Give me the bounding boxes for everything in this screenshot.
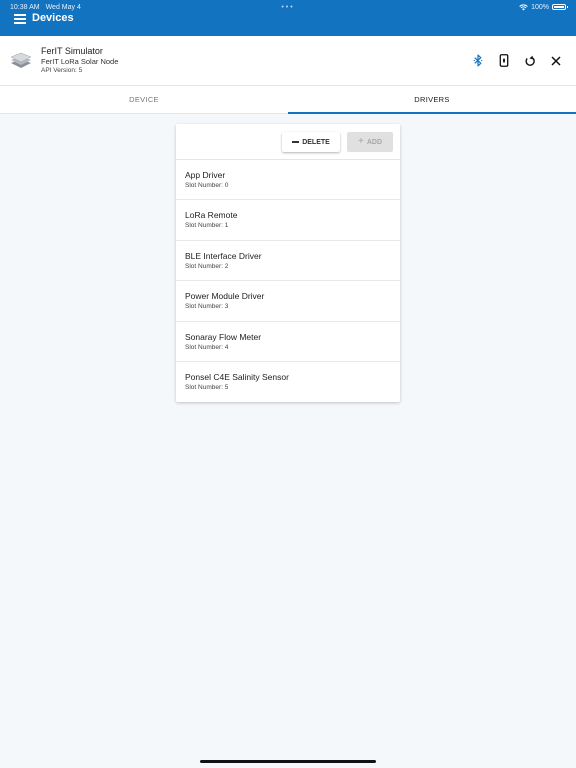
driver-slot: Slot Number: 0 xyxy=(185,182,229,189)
battery-icon xyxy=(552,4,568,10)
delete-button[interactable]: DELETE xyxy=(282,132,340,152)
driver-slot: Slot Number: 5 xyxy=(185,383,229,391)
list-item[interactable]: App Driver Slot Number: 0 xyxy=(176,160,400,201)
wifi-icon xyxy=(519,4,528,10)
driver-name: Power Module Driver xyxy=(185,291,265,302)
device-name: FerIT Simulator xyxy=(41,46,103,56)
minus-icon xyxy=(292,141,300,143)
device-api-version: API Version: 5 xyxy=(41,67,83,74)
driver-slot: Slot Number: 1 xyxy=(185,222,229,230)
header-actions xyxy=(471,54,562,67)
page-title: Devices xyxy=(32,12,74,24)
driver-slot: Slot Number: 2 xyxy=(185,262,229,270)
home-indicator[interactable] xyxy=(200,760,376,763)
device-header: FerIT Simulator FerIT LoRa Solar Node AP… xyxy=(0,36,576,86)
plus-icon: + xyxy=(357,136,364,147)
status-date: Wed May 4 xyxy=(45,3,81,11)
list-item[interactable]: Power Module Driver Slot Number: 3 xyxy=(176,281,400,322)
close-icon[interactable] xyxy=(549,54,562,67)
status-right: 100% xyxy=(519,3,568,11)
driver-name: App Driver xyxy=(185,170,226,180)
status-time: 10:38 AM xyxy=(10,3,40,11)
driver-name: BLE Interface Driver xyxy=(185,250,262,261)
add-label: ADD xyxy=(366,138,382,146)
driver-name: Ponsel C4E Salinity Sensor xyxy=(185,371,289,382)
driver-slot: Slot Number: 3 xyxy=(185,303,229,311)
list-item[interactable]: Ponsel C4E Salinity Sensor Slot Number: … xyxy=(176,362,400,402)
card-toolbar: DELETE + ADD xyxy=(176,124,400,160)
status-bar: 10:38 AM Wed May 4 ••• 100% xyxy=(10,2,568,12)
app-bar: 10:38 AM Wed May 4 ••• 100% Devices xyxy=(0,0,576,36)
refresh-icon[interactable] xyxy=(523,54,536,67)
phone-icon[interactable] xyxy=(497,54,510,67)
driver-name: LoRa Remote xyxy=(185,210,238,221)
tab-bar: DEVICE DRIVERS xyxy=(0,86,576,114)
driver-name: Sonaray Flow Meter xyxy=(185,331,262,342)
drivers-list: App Driver Slot Number: 0 LoRa Remote Sl… xyxy=(176,160,400,402)
multitasking-dots-icon[interactable]: ••• xyxy=(281,4,294,11)
list-item[interactable]: Sonaray Flow Meter Slot Number: 4 xyxy=(176,322,400,362)
bluetooth-icon[interactable] xyxy=(471,54,484,67)
drivers-card: DELETE + ADD App Driver Slot Number: 0 L… xyxy=(176,124,400,402)
driver-slot: Slot Number: 4 xyxy=(185,343,229,351)
menu-icon[interactable] xyxy=(14,14,26,24)
tab-device[interactable]: DEVICE xyxy=(0,86,288,113)
list-item[interactable]: BLE Interface Driver Slot Number: 2 xyxy=(176,241,400,282)
list-item[interactable]: LoRa Remote Slot Number: 1 xyxy=(176,200,400,241)
battery-percent: 100% xyxy=(531,3,549,11)
tab-drivers[interactable]: DRIVERS xyxy=(288,86,576,114)
device-stack-icon xyxy=(10,52,32,68)
device-model: FerIT LoRa Solar Node xyxy=(41,57,119,66)
add-button[interactable]: + ADD xyxy=(347,132,393,152)
delete-label: DELETE xyxy=(302,138,330,146)
